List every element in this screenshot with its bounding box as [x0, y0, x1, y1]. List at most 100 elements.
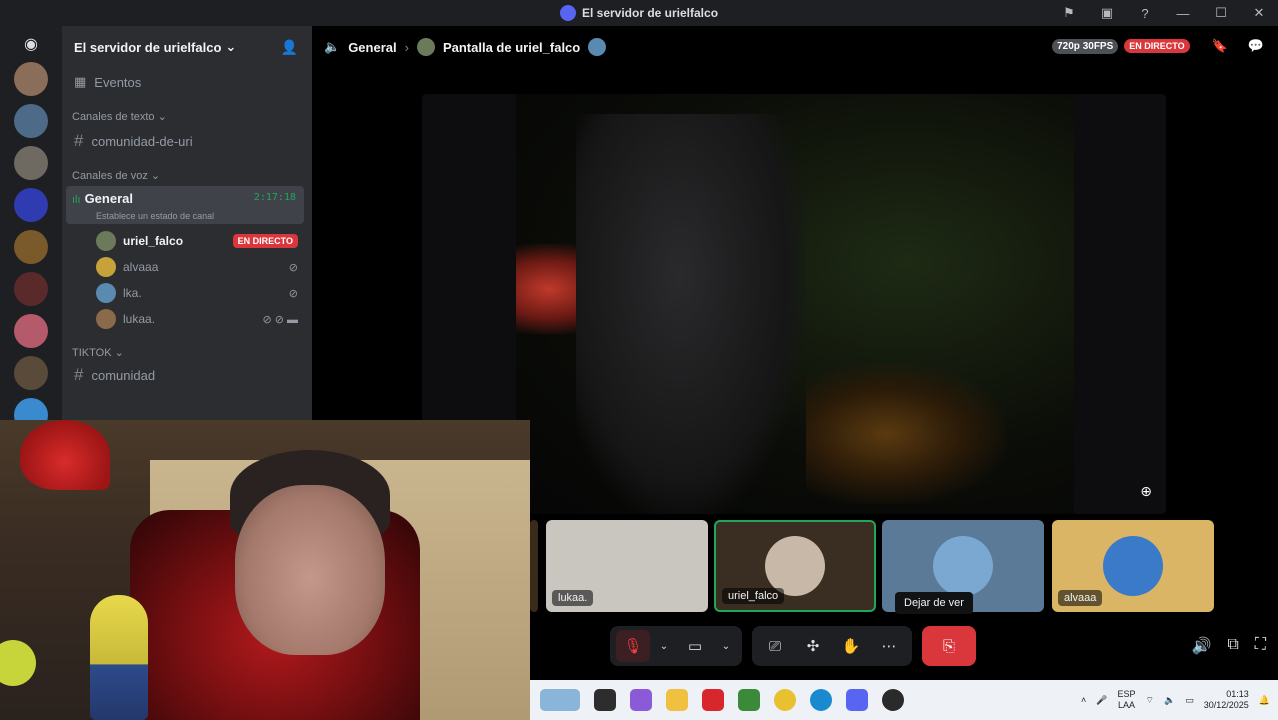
- participant-tile-alvaaa[interactable]: alvaaa: [1052, 520, 1214, 612]
- app-icon[interactable]: [738, 689, 760, 711]
- server-header[interactable]: El servidor de urielfalco ⌄ 👤: [62, 26, 312, 68]
- server-icon[interactable]: [14, 146, 48, 180]
- voice-timer: 2:17:18: [253, 192, 296, 203]
- call-controls: 🎙 ⌄ ▭ ⌄ ⎚ ✣ ✋ ⋯ ⎘: [610, 626, 976, 666]
- add-member-icon[interactable]: 👤: [281, 39, 298, 56]
- close-button[interactable]: ✕: [1240, 5, 1278, 21]
- category-voice-channels[interactable]: Canales de voz ⌄: [62, 169, 312, 182]
- task-view-icon[interactable]: [594, 689, 616, 711]
- server-icon[interactable]: [14, 188, 48, 222]
- server-icon[interactable]: [14, 230, 48, 264]
- system-tray: ˄ 🎤 ESP LAA ⌔ 🔈 ▭ 01:13 30/12/2025 🔔: [1081, 680, 1270, 720]
- server-name: El servidor de urielfalco: [74, 39, 222, 55]
- stop-watching-button[interactable]: ⎘: [922, 626, 976, 666]
- app-icon[interactable]: [882, 689, 904, 711]
- volume-icon[interactable]: 🔊: [1191, 636, 1211, 656]
- avatar: [1103, 536, 1163, 596]
- stream-video[interactable]: ⊕: [422, 94, 1166, 514]
- channel-status[interactable]: Establece un estado de canal: [72, 211, 298, 221]
- header-channel[interactable]: General: [348, 40, 396, 55]
- view-controls: 🔊 ⧉ ⛶: [1191, 636, 1266, 656]
- mute-mic-button[interactable]: 🎙: [616, 630, 650, 662]
- more-options-button[interactable]: ⋯: [872, 630, 906, 662]
- mic-tray-icon[interactable]: 🎤: [1096, 695, 1107, 706]
- avatar: [96, 283, 116, 303]
- battery-icon[interactable]: ▭: [1185, 695, 1194, 706]
- streamer-avatar: [416, 38, 435, 56]
- participant-tile-partial[interactable]: [530, 520, 538, 612]
- participant-tiles: lukaa. uriel_falco alvaaa: [530, 520, 1230, 612]
- category-tiktok[interactable]: TIKTOK ⌄: [62, 346, 312, 359]
- server-icon[interactable]: [14, 62, 48, 96]
- inbox-icon[interactable]: ⚑: [1050, 5, 1088, 21]
- participant-tile-uriel-falco[interactable]: uriel_falco: [714, 520, 876, 612]
- channel-label: comunidad-de-uri: [91, 133, 193, 149]
- events-item[interactable]: ▦ Eventos: [62, 68, 312, 96]
- copilot-icon[interactable]: [630, 689, 652, 711]
- webcam-overlay: [0, 420, 530, 720]
- santa-hat: [20, 420, 110, 490]
- channel-comunidad-de-uri[interactable]: # comunidad-de-uri: [62, 127, 312, 155]
- server-icon[interactable]: [14, 356, 48, 390]
- activities-button[interactable]: ✣: [796, 630, 830, 662]
- lang-bottom: LAA: [1118, 700, 1136, 710]
- wifi-icon[interactable]: ⌔: [1146, 695, 1154, 706]
- share-screen-button[interactable]: ⎚: [758, 630, 792, 662]
- voice-channel-name: General: [84, 191, 133, 206]
- widgets-icon[interactable]: [540, 689, 580, 711]
- channel-comunidad[interactable]: # comunidad: [62, 361, 312, 389]
- discord-logo-icon: [559, 5, 576, 21]
- camera-off-button[interactable]: ▭: [678, 630, 712, 662]
- popout-icon[interactable]: ⧉: [1227, 636, 1238, 656]
- soundboard-button[interactable]: ✋: [834, 630, 868, 662]
- window-title-text: El servidor de urielfalco: [581, 6, 719, 20]
- help-icon[interactable]: ?: [1126, 6, 1164, 21]
- zoom-icon[interactable]: ⊕: [1140, 483, 1152, 500]
- user-name: alvaaa: [123, 260, 159, 274]
- minimize-button[interactable]: —: [1164, 6, 1202, 21]
- fullscreen-icon[interactable]: ⛶: [1255, 636, 1266, 656]
- participant-name: lukaa.: [552, 590, 594, 606]
- discord-home-icon[interactable]: ◉: [14, 34, 48, 54]
- edge-icon[interactable]: [810, 689, 832, 711]
- lang-top: ESP: [1117, 689, 1136, 699]
- server-icon[interactable]: [14, 104, 48, 138]
- participant-name: alvaaa: [1058, 590, 1103, 606]
- voice-user-lukaa[interactable]: lukaa. ⊘ ⊘ ▬: [62, 306, 312, 332]
- mic-group: 🎙 ⌄ ▭ ⌄: [610, 626, 742, 666]
- camera-options-chevron[interactable]: ⌄: [716, 630, 736, 662]
- voice-user-alvaaa[interactable]: alvaaa ⊘: [62, 254, 312, 280]
- channel-label: comunidad: [91, 367, 156, 383]
- chevron-up-icon[interactable]: ˄: [1081, 695, 1086, 705]
- clock-date: 30/12/2025: [1203, 700, 1249, 710]
- calendar-icon: ▦: [74, 74, 87, 89]
- category-text-channels[interactable]: Canales de texto ⌄: [62, 110, 312, 123]
- bookmark-icon[interactable]: 🔖: [1212, 38, 1228, 54]
- person-face: [235, 485, 385, 655]
- maximize-button[interactable]: ☐: [1202, 5, 1240, 21]
- screen-icon[interactable]: ▣: [1088, 5, 1126, 21]
- file-explorer-icon[interactable]: [666, 689, 688, 711]
- video-figure: [576, 114, 806, 514]
- chat-icon[interactable]: 💬: [1248, 38, 1264, 54]
- live-badge: EN DIRECTO: [232, 234, 298, 248]
- avatar: [96, 309, 116, 329]
- notifications-icon[interactable]: 🔔: [1259, 695, 1270, 706]
- live-badge: EN DIRECTO: [1124, 39, 1190, 53]
- video-frame: [516, 94, 1074, 514]
- chrome-icon[interactable]: [774, 689, 796, 711]
- voice-channel-general[interactable]: ılı General 2:17:18 Establece un estado d…: [66, 186, 304, 224]
- discord-taskbar-icon[interactable]: [846, 689, 868, 711]
- clock-time: 01:13: [1226, 689, 1249, 699]
- participant-tile-lukaa[interactable]: lukaa.: [546, 520, 708, 612]
- voice-user-uriel-falco[interactable]: uriel_falco EN DIRECTO: [62, 228, 312, 254]
- server-icon[interactable]: [14, 314, 48, 348]
- language-indicator[interactable]: ESP LAA: [1118, 689, 1136, 711]
- voice-user-lka[interactable]: lka. ⊘: [62, 280, 312, 306]
- clock[interactable]: 01:13 30/12/2025: [1204, 689, 1249, 711]
- app-icon[interactable]: [702, 689, 724, 711]
- mic-options-chevron[interactable]: ⌄: [654, 630, 674, 662]
- hash-icon: #: [74, 365, 84, 384]
- server-icon[interactable]: [14, 272, 48, 306]
- volume-tray-icon[interactable]: 🔈: [1164, 695, 1175, 706]
